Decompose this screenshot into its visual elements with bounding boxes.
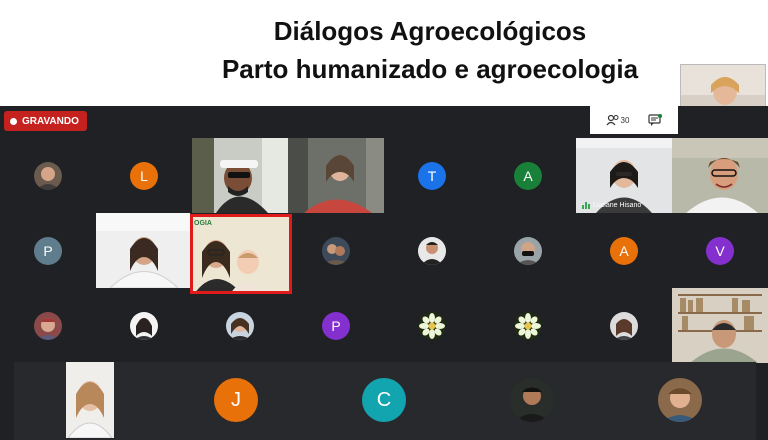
chat-button[interactable] [648, 113, 663, 127]
avatar-letter: C [362, 378, 406, 422]
participant-name-tag: Luciane Hisano [582, 202, 641, 209]
avatar-letter: L [130, 161, 158, 190]
tile-participant-15[interactable] [480, 213, 576, 288]
tile-participant-17[interactable] [0, 288, 96, 363]
recording-label: GRAVANDO [22, 115, 79, 127]
avatar-letter: P [34, 236, 62, 265]
avatar-letter: A [514, 161, 542, 190]
avatar-letter: A [610, 236, 638, 265]
event-title: Diálogos Agroecológicos Parto humanizado… [180, 12, 680, 88]
tile-participant-23[interactable] [576, 288, 672, 363]
tile-participant-28[interactable] [508, 362, 556, 438]
avatar-letter: T [418, 161, 446, 190]
video-man-bookshelf[interactable] [672, 288, 768, 363]
title-line-2: Parto humanizado e agroecologia [221, 54, 639, 84]
flower-avatar [514, 311, 542, 340]
recording-badge: GRAVANDO [4, 111, 87, 131]
people-icon [606, 114, 619, 126]
top-right-controls: 30 [590, 106, 678, 134]
participant-name: Luciane Hisano [593, 202, 642, 209]
avatar [418, 236, 446, 265]
tile-participant-T[interactable]: T [384, 138, 480, 213]
tile-participant-29[interactable] [656, 362, 704, 438]
avatar [658, 378, 702, 422]
video-woman-red-top[interactable] [288, 138, 384, 213]
video-man-with-cap[interactable] [192, 138, 288, 213]
video-woman-blonde[interactable] [66, 362, 114, 438]
avatar [610, 311, 638, 340]
tile-participant-flower-2[interactable] [480, 288, 576, 363]
avatar [226, 311, 254, 340]
avatar-letter: J [214, 378, 258, 422]
active-speaker-highlight [190, 214, 292, 294]
tile-participant-18[interactable] [96, 288, 192, 363]
tile-participant-A2[interactable]: A [576, 213, 672, 288]
tile-participant-P2[interactable]: P [288, 288, 384, 363]
tile-participant-13[interactable] [288, 213, 384, 288]
record-dot-icon [10, 117, 17, 125]
flower-avatar [418, 311, 446, 340]
avatar [322, 236, 350, 265]
tile-participant-C[interactable]: C [360, 362, 408, 438]
avatar [34, 161, 62, 190]
tile-participant-V[interactable]: V [672, 213, 768, 288]
tile-participant-P[interactable]: P [0, 213, 96, 288]
video-woman-glasses[interactable] [672, 138, 768, 213]
tile-participant-19[interactable] [192, 288, 288, 363]
screenshot: Diálogos Agroecológicos Parto humanizado… [0, 0, 768, 440]
avatar [34, 311, 62, 340]
avatar-letter: V [706, 236, 734, 265]
chat-icon [648, 113, 663, 126]
tile-participant-1[interactable] [0, 138, 96, 213]
speaking-indicator-icon [582, 202, 590, 209]
avatar [130, 311, 158, 340]
video-luciane-hisano[interactable]: Luciane Hisano [576, 138, 672, 213]
tile-participant-A[interactable]: A [480, 138, 576, 213]
tile-participant-J[interactable]: J [212, 362, 260, 438]
avatar [510, 378, 554, 422]
participants-button[interactable]: 30 [606, 114, 630, 126]
avatar-letter: P [322, 311, 350, 340]
tile-participant-flower-1[interactable] [384, 288, 480, 363]
avatar [514, 236, 542, 265]
participants-count: 30 [620, 115, 630, 125]
tile-participant-14[interactable] [384, 213, 480, 288]
title-line-1: Diálogos Agroecológicos [273, 16, 587, 46]
tile-participant-L[interactable]: L [96, 138, 192, 213]
video-woman-room[interactable] [96, 213, 190, 288]
